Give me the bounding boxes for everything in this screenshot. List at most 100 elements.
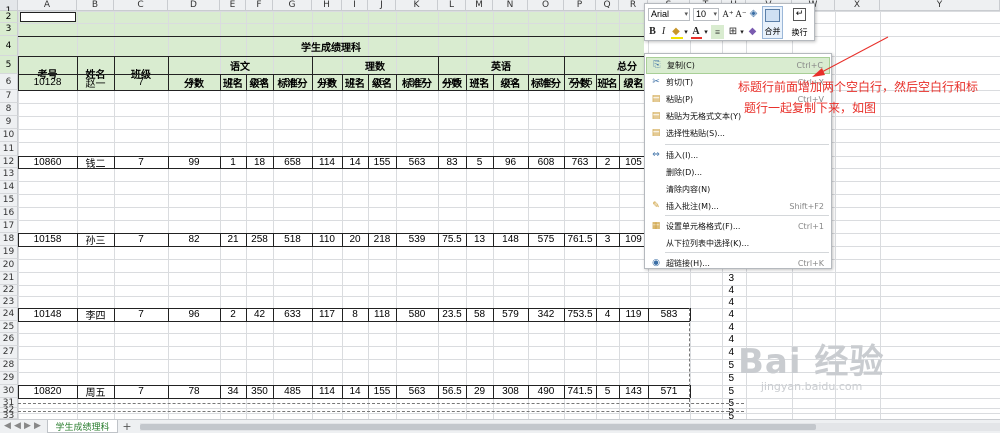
column-header[interactable]: P: [564, 0, 596, 11]
align-center-icon[interactable]: ≡: [711, 25, 724, 39]
italic-button[interactable]: I: [659, 25, 668, 39]
clear-format-icon[interactable]: ◈: [748, 7, 759, 21]
column-header[interactable]: Y: [880, 0, 1000, 11]
sheet-tab[interactable]: 学生成绩理科: [47, 420, 118, 433]
row-header[interactable]: 9: [0, 116, 18, 129]
horizontal-scrollbar[interactable]: [140, 423, 1000, 431]
gridline: [18, 207, 1000, 208]
wrap-text-button[interactable]: ↵ 换行: [788, 6, 811, 39]
menu-item[interactable]: 清除内容(N): [646, 181, 830, 198]
row-header[interactable]: 29: [0, 372, 18, 385]
prev-sheet-icon[interactable]: ◀: [13, 421, 22, 431]
font-size-select[interactable]: 10 ▾: [693, 8, 719, 21]
menu-item[interactable]: ⇔ 插入(I)...: [646, 147, 830, 164]
row-header[interactable]: 19: [0, 246, 18, 259]
row-header[interactable]: 25: [0, 321, 18, 333]
bold-button[interactable]: B: [648, 25, 657, 39]
border: [312, 308, 313, 321]
font-name-select[interactable]: Arial ▾: [648, 8, 690, 21]
menu-item[interactable]: 删除(D)...: [646, 164, 830, 181]
row-header[interactable]: 14: [0, 181, 18, 194]
row-header[interactable]: 8: [0, 103, 18, 116]
column-header[interactable]: A: [18, 0, 77, 11]
chevron-down-icon[interactable]: ▾: [683, 25, 689, 39]
row-header[interactable]: 15: [0, 194, 18, 207]
column-header[interactable]: K: [396, 0, 438, 11]
chevron-down-icon[interactable]: ▾: [703, 25, 709, 39]
table-cell: 118: [374, 309, 390, 320]
menu-item[interactable]: ✎ 插入批注(M)... Shift+F2: [646, 198, 830, 215]
table-cell: 10820: [33, 386, 62, 397]
border: [342, 74, 343, 90]
table-cell: 575: [537, 234, 555, 245]
column-header[interactable]: C: [114, 0, 168, 11]
column-header[interactable]: N: [493, 0, 528, 11]
row-header[interactable]: 12: [0, 156, 18, 168]
row-header[interactable]: 27: [0, 346, 18, 359]
row-header[interactable]: 11: [0, 142, 18, 156]
menu-item[interactable]: ⎘ 复制(C) Ctrl+C: [646, 57, 830, 74]
table-cell: 108: [318, 76, 336, 88]
next-sheet-icon[interactable]: ▶: [23, 421, 32, 431]
column-header[interactable]: M: [466, 0, 493, 11]
row-header[interactable]: 24: [0, 308, 18, 321]
column-header[interactable]: X: [835, 0, 880, 11]
row-header[interactable]: 6: [0, 74, 18, 90]
row-header[interactable]: 26: [0, 333, 18, 346]
column-header[interactable]: L: [438, 0, 466, 11]
row-header[interactable]: 30: [0, 385, 18, 398]
row-header[interactable]: 28: [0, 359, 18, 372]
menu-item[interactable]: ▤ 选择性粘贴(S)...: [646, 125, 830, 142]
increase-font-button[interactable]: A⁺: [722, 7, 734, 21]
row-header[interactable]: 10: [0, 129, 18, 142]
border: [273, 74, 274, 90]
row-header[interactable]: 4: [0, 36, 18, 56]
column-header[interactable]: O: [528, 0, 564, 11]
borders-icon[interactable]: ⊞: [727, 25, 739, 39]
menu-item[interactable]: ◉ 超链接(H)... Ctrl+K: [646, 255, 830, 272]
row-header[interactable]: 22: [0, 285, 18, 296]
row-header[interactable]: 21: [0, 272, 18, 285]
row-header[interactable]: 7: [0, 90, 18, 103]
column-header[interactable]: D: [168, 0, 220, 11]
column-header[interactable]: G: [273, 0, 312, 11]
menu-item[interactable]: 从下拉列表中选择(K)...: [646, 235, 830, 252]
column-header[interactable]: I: [342, 0, 368, 11]
row-header[interactable]: 16: [0, 207, 18, 220]
column-header[interactable]: F: [246, 0, 273, 11]
row-header[interactable]: 23: [0, 296, 18, 308]
first-sheet-icon[interactable]: ◀: [3, 421, 12, 431]
table-cell: 14: [349, 386, 361, 397]
row-header[interactable]: 2: [0, 11, 18, 23]
column-header[interactable]: Q: [596, 0, 619, 11]
column-header[interactable]: H: [312, 0, 342, 11]
column-header[interactable]: B: [77, 0, 114, 11]
column-header[interactable]: E: [220, 0, 246, 11]
add-sheet-button[interactable]: +: [121, 420, 133, 433]
row-header[interactable]: 3: [0, 23, 18, 36]
active-cell[interactable]: [20, 12, 76, 22]
menu-item[interactable]: ▦ 设置单元格格式(F)... Ctrl+1: [646, 218, 830, 235]
table-cell: 114: [319, 386, 335, 397]
row-header[interactable]: 17: [0, 220, 18, 233]
chevron-down-icon[interactable]: ▾: [739, 25, 745, 39]
gridline: [18, 272, 1000, 273]
row-header[interactable]: 20: [0, 259, 18, 272]
row-header[interactable]: 13: [0, 168, 18, 181]
table-cell: 45: [473, 76, 486, 88]
border: [312, 233, 313, 246]
row-header[interactable]: 18: [0, 233, 18, 246]
merge-cells-button[interactable]: 合并: [762, 6, 783, 39]
row-header[interactable]: 5: [0, 56, 18, 74]
table-cell: 1: [230, 156, 236, 168]
table-cell: 563: [408, 156, 426, 168]
format-painter-icon[interactable]: ◆: [747, 25, 758, 39]
decrease-font-button[interactable]: A⁻: [735, 7, 747, 21]
table-cell: 117: [319, 309, 335, 320]
last-sheet-icon[interactable]: ▶: [33, 421, 42, 431]
scrollbar-thumb[interactable]: [140, 424, 816, 430]
merge-label: 合并: [764, 27, 781, 36]
column-header[interactable]: J: [368, 0, 396, 11]
border: [246, 385, 247, 398]
table-cell: 148: [502, 234, 519, 245]
